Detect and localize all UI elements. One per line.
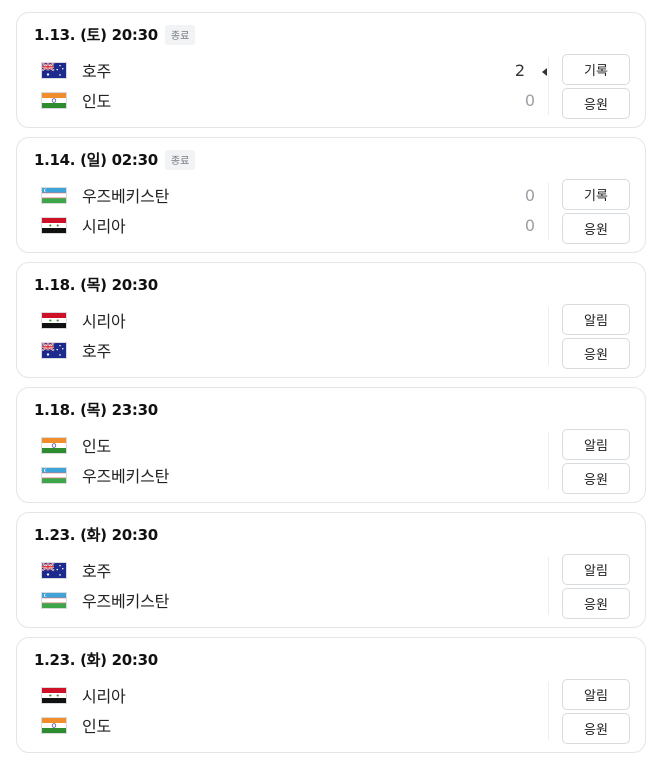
team-row: 우즈베키스탄 xyxy=(41,463,169,487)
team-name: 시리아 xyxy=(82,217,126,236)
match-date-row: 1.18. (목) 23:30 xyxy=(34,399,158,420)
team-row: 시리아 xyxy=(41,308,126,332)
team-name: 호주 xyxy=(82,342,112,361)
team-row: 인도 xyxy=(41,88,111,112)
team-score: 2 xyxy=(514,61,525,80)
team-row: 우즈베키스탄 xyxy=(41,588,169,612)
uzbekistan-flag-icon xyxy=(41,591,67,609)
australia-flag-icon xyxy=(41,561,67,579)
match-date-row: 1.23. (화) 20:30 xyxy=(34,524,158,545)
cheer-button[interactable]: 응원 xyxy=(562,338,630,369)
divider xyxy=(548,557,549,615)
record-button[interactable]: 기록 xyxy=(562,54,630,85)
team-name: 시리아 xyxy=(82,312,126,331)
alert-button[interactable]: 알림 xyxy=(562,679,630,710)
cheer-button[interactable]: 응원 xyxy=(562,213,630,244)
syria-flag-icon xyxy=(41,311,67,329)
divider xyxy=(548,432,549,490)
syria-flag-icon xyxy=(41,216,67,234)
team-name: 우즈베키스탄 xyxy=(82,592,170,611)
status-badge: 종료 xyxy=(164,149,196,170)
match-date: 1.18. (목) 20:30 xyxy=(34,276,158,294)
cheer-button[interactable]: 응원 xyxy=(562,588,630,619)
divider xyxy=(548,307,549,365)
match-date: 1.23. (화) 20:30 xyxy=(34,526,158,544)
divider xyxy=(548,182,549,240)
cheer-button[interactable]: 응원 xyxy=(562,463,630,494)
match-card: 1.23. (화) 20:30 호주 우즈베키스탄 알림 응원 xyxy=(16,512,646,628)
team-name: 인도 xyxy=(82,92,112,111)
match-date: 1.23. (화) 20:30 xyxy=(34,651,158,669)
match-date-row: 1.23. (화) 20:30 xyxy=(34,649,158,670)
match-date-row: 1.18. (목) 20:30 xyxy=(34,274,158,295)
match-date-row: 1.13. (토) 20:30 종료 xyxy=(34,24,196,45)
india-flag-icon xyxy=(41,436,67,454)
cheer-button[interactable]: 응원 xyxy=(562,713,630,744)
match-date: 1.13. (토) 20:30 xyxy=(34,26,158,44)
team-name: 인도 xyxy=(82,437,112,456)
team-name: 호주 xyxy=(82,562,112,581)
divider xyxy=(548,57,549,115)
record-button[interactable]: 기록 xyxy=(562,179,630,210)
team-score: 0 xyxy=(524,216,535,235)
team-row: 인도 xyxy=(41,713,111,737)
team-name: 호주 xyxy=(82,62,112,81)
match-card: 1.13. (토) 20:30 종료 호주 인도 2 0 기록 응원 xyxy=(16,12,646,128)
team-score: 0 xyxy=(524,91,535,110)
team-row: 호주 xyxy=(41,58,111,82)
divider xyxy=(548,682,549,740)
uzbekistan-flag-icon xyxy=(41,466,67,484)
cheer-button[interactable]: 응원 xyxy=(562,88,630,119)
india-flag-icon xyxy=(41,91,67,109)
alert-button[interactable]: 알림 xyxy=(562,429,630,460)
match-card: 1.18. (목) 20:30 시리아 호주 알림 응원 xyxy=(16,262,646,378)
alert-button[interactable]: 알림 xyxy=(562,304,630,335)
australia-flag-icon xyxy=(41,341,67,359)
status-badge: 종료 xyxy=(164,24,196,45)
australia-flag-icon xyxy=(41,61,67,79)
team-row: 시리아 xyxy=(41,683,126,707)
team-row: 인도 xyxy=(41,433,111,457)
team-name: 시리아 xyxy=(82,687,126,706)
match-card: 1.23. (화) 20:30 시리아 인도 알림 응원 xyxy=(16,637,646,753)
team-score: 0 xyxy=(524,186,535,205)
team-row: 호주 xyxy=(41,558,111,582)
team-row: 시리아 xyxy=(41,213,126,237)
team-name: 우즈베키스탄 xyxy=(82,187,170,206)
syria-flag-icon xyxy=(41,686,67,704)
winner-arrow-icon xyxy=(542,68,547,76)
match-date: 1.14. (일) 02:30 xyxy=(34,151,158,169)
match-card: 1.14. (일) 02:30 종료 우즈베키스탄 시리아 0 0 기록 응원 xyxy=(16,137,646,253)
india-flag-icon xyxy=(41,716,67,734)
match-card: 1.18. (목) 23:30 인도 우즈베키스탄 알림 응원 xyxy=(16,387,646,503)
team-name: 우즈베키스탄 xyxy=(82,467,170,486)
team-name: 인도 xyxy=(82,717,112,736)
match-date-row: 1.14. (일) 02:30 종료 xyxy=(34,149,196,170)
match-date: 1.18. (목) 23:30 xyxy=(34,401,158,419)
match-list: 1.13. (토) 20:30 종료 호주 인도 2 0 기록 응원 1.14.… xyxy=(0,0,660,753)
uzbekistan-flag-icon xyxy=(41,186,67,204)
team-row: 호주 xyxy=(41,338,111,362)
alert-button[interactable]: 알림 xyxy=(562,554,630,585)
team-row: 우즈베키스탄 xyxy=(41,183,169,207)
